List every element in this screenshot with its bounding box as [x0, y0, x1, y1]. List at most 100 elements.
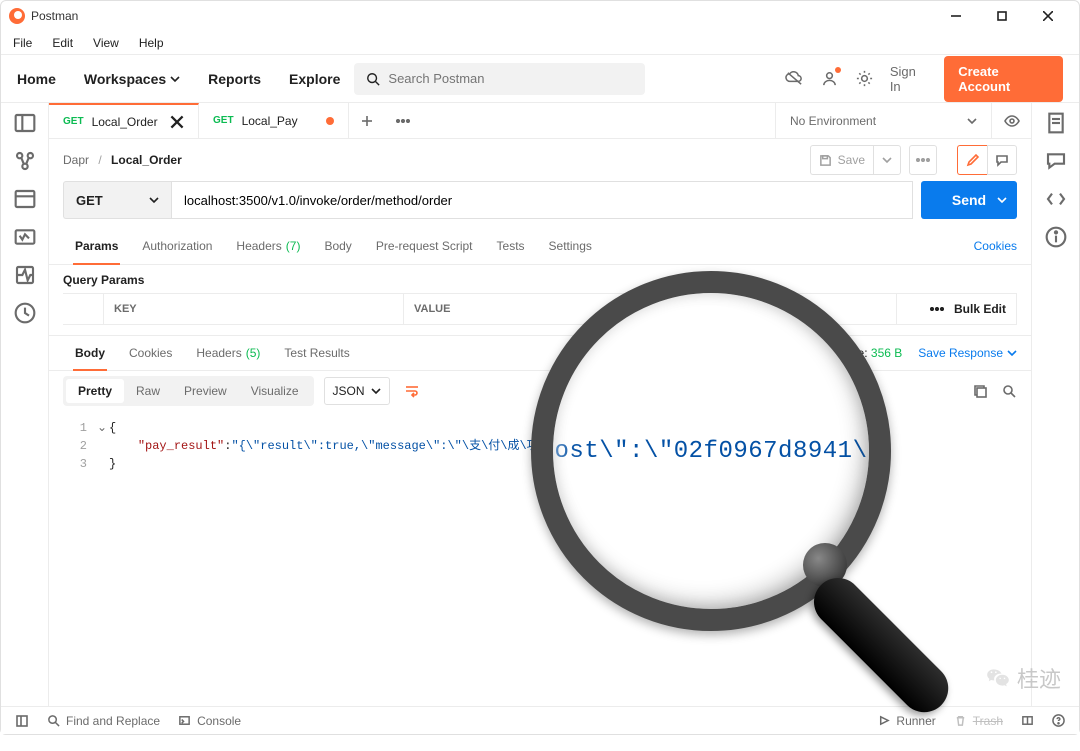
- search-input[interactable]: [388, 71, 632, 86]
- nav-explore[interactable]: Explore: [275, 71, 354, 87]
- right-rail: [1031, 103, 1079, 706]
- chevron-down-icon: [967, 116, 977, 126]
- menubar: File Edit View Help: [1, 31, 1079, 55]
- menu-edit[interactable]: Edit: [42, 34, 83, 52]
- tab-authorization[interactable]: Authorization: [130, 227, 224, 264]
- environment-selector[interactable]: No Environment: [775, 103, 991, 138]
- comments-panel-icon[interactable]: [1044, 149, 1068, 173]
- search-box[interactable]: [354, 63, 644, 95]
- menu-help[interactable]: Help: [129, 34, 174, 52]
- res-tab-test-results[interactable]: Test Results: [272, 336, 361, 370]
- tab-prerequest-script[interactable]: Pre-request Script: [364, 227, 485, 264]
- comment-icon-button[interactable]: [987, 145, 1017, 175]
- history-icon[interactable]: [13, 301, 37, 325]
- view-raw-button[interactable]: Raw: [124, 379, 172, 403]
- breadcrumb-parent[interactable]: Dapr: [63, 153, 89, 167]
- copy-icon[interactable]: [973, 384, 988, 399]
- tab-headers-count: (7): [286, 239, 301, 253]
- collections-icon[interactable]: [13, 149, 37, 173]
- view-preview-button[interactable]: Preview: [172, 379, 239, 403]
- monitors-icon[interactable]: [13, 263, 37, 287]
- environments-icon[interactable]: [13, 225, 37, 249]
- search-in-body-icon[interactable]: [1002, 384, 1017, 399]
- nav-workspaces[interactable]: Workspaces: [70, 71, 194, 87]
- more-icon[interactable]: [930, 307, 944, 311]
- body-format-selector[interactable]: JSON: [324, 377, 390, 405]
- nav-reports[interactable]: Reports: [194, 71, 275, 87]
- apis-icon[interactable]: [13, 187, 37, 211]
- tab-params[interactable]: Params: [63, 227, 130, 264]
- send-button[interactable]: Send: [921, 181, 1017, 219]
- cookies-link[interactable]: Cookies: [974, 239, 1017, 253]
- postman-logo-icon: [9, 8, 25, 24]
- tab-method-label: GET: [213, 115, 234, 126]
- res-tab-cookies[interactable]: Cookies: [117, 336, 184, 370]
- runner-button[interactable]: Runner: [877, 714, 935, 728]
- nav-home[interactable]: Home: [17, 71, 70, 87]
- breadcrumb-row: Dapr / Local_Order Save: [49, 139, 1031, 181]
- tab-local-pay[interactable]: GET Local_Pay: [199, 103, 349, 138]
- two-pane-icon[interactable]: [1021, 714, 1034, 728]
- chevron-down-icon: [149, 195, 159, 205]
- minimize-button[interactable]: [933, 1, 979, 31]
- find-replace-button[interactable]: Find and Replace: [47, 714, 160, 728]
- environment-quicklook-icon[interactable]: [991, 103, 1031, 138]
- menu-file[interactable]: File: [11, 34, 42, 52]
- tab-settings[interactable]: Settings: [537, 227, 604, 264]
- save-button[interactable]: Save: [810, 145, 873, 175]
- status-bar: Find and Replace Console Runner Trash: [1, 706, 1079, 734]
- body-format-label: JSON: [333, 384, 365, 398]
- close-window-button[interactable]: [1025, 1, 1071, 31]
- documentation-icon[interactable]: [1044, 111, 1068, 135]
- request-tabs-row: GET Local_Order GET Local_Pay No Environ…: [49, 103, 1031, 139]
- tab-local-order[interactable]: GET Local_Order: [49, 103, 199, 138]
- menu-view[interactable]: View: [83, 34, 129, 52]
- wrap-lines-button[interactable]: [398, 377, 426, 405]
- chevron-down-icon: [997, 195, 1007, 205]
- save-dropdown-button[interactable]: [873, 145, 901, 175]
- sidebar-collapse-icon[interactable]: [15, 714, 29, 728]
- nav-workspaces-label: Workspaces: [84, 71, 166, 87]
- more-actions-button[interactable]: [909, 145, 937, 175]
- sidebar-toggle-icon[interactable]: [13, 111, 37, 135]
- view-pretty-button[interactable]: Pretty: [66, 379, 124, 403]
- save-response-button[interactable]: Save Response: [918, 346, 1017, 360]
- console-button[interactable]: Console: [178, 714, 241, 728]
- tab-body[interactable]: Body: [312, 227, 363, 264]
- chevron-down-icon: [1007, 348, 1017, 358]
- trash-button[interactable]: Trash: [954, 714, 1003, 728]
- res-tab-headers[interactable]: Headers(5): [184, 336, 272, 370]
- query-params-col-key: KEY: [103, 294, 403, 324]
- query-params-col-value: VALUE: [403, 294, 896, 324]
- new-tab-button[interactable]: [349, 103, 385, 138]
- chevron-down-icon: [170, 74, 180, 84]
- bulk-edit-button[interactable]: Bulk Edit: [954, 302, 1006, 316]
- response-body-code[interactable]: 1⌄{ 2 "pay_result":"{\"result\":true,\"m…: [49, 411, 1031, 481]
- edit-icon-button[interactable]: [957, 145, 987, 175]
- save-button-label: Save: [838, 153, 865, 167]
- breadcrumb: Dapr / Local_Order: [63, 153, 182, 167]
- settings-gear-icon[interactable]: [855, 69, 874, 89]
- res-tab-headers-count: (5): [246, 346, 261, 360]
- info-panel-icon[interactable]: [1044, 225, 1068, 249]
- tab-headers[interactable]: Headers(7): [224, 227, 312, 264]
- tab-unsaved-dot: [326, 117, 334, 125]
- sign-in-link[interactable]: Sign In: [890, 64, 928, 94]
- close-tab-icon[interactable]: [170, 115, 184, 129]
- breadcrumb-current: Local_Order: [111, 153, 182, 167]
- tab-tests[interactable]: Tests: [485, 227, 537, 264]
- sync-cloud-icon[interactable]: [785, 69, 804, 89]
- environment-label: No Environment: [790, 114, 876, 128]
- invite-icon[interactable]: [820, 69, 839, 89]
- help-icon[interactable]: [1052, 714, 1065, 728]
- maximize-button[interactable]: [979, 1, 1025, 31]
- tab-options-button[interactable]: [385, 103, 421, 138]
- tab-method-label: GET: [63, 116, 84, 127]
- code-snippet-icon[interactable]: [1044, 187, 1068, 211]
- http-method-selector[interactable]: GET: [63, 181, 171, 219]
- request-url-input[interactable]: [171, 181, 913, 219]
- left-rail: [1, 103, 49, 706]
- res-tab-body[interactable]: Body: [63, 336, 117, 370]
- create-account-button[interactable]: Create Account: [944, 56, 1063, 102]
- view-visualize-button[interactable]: Visualize: [239, 379, 311, 403]
